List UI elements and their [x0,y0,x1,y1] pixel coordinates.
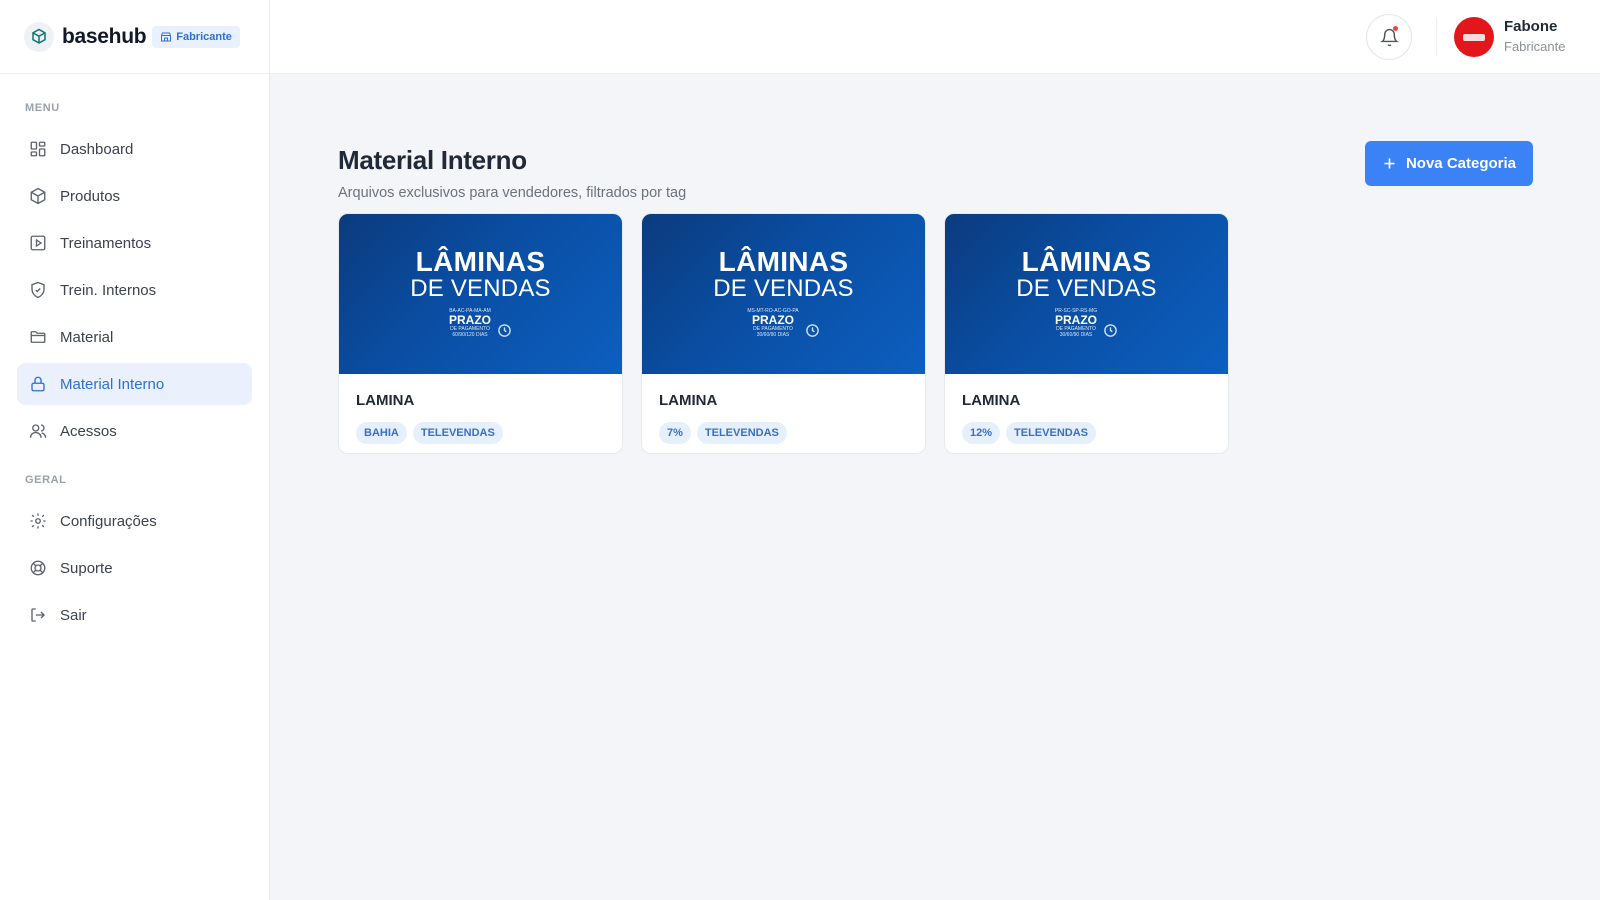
play-square-icon [29,234,47,252]
card-tags: BAHIA TELEVENDAS [356,422,605,444]
material-card[interactable]: LÂMINAS DE VENDAS MS-MT-RO-AC-GO-PA PRAZ… [641,213,926,454]
avatar-logo-icon [1463,33,1485,41]
tag-badge[interactable]: TELEVENDAS [696,422,787,444]
shield-check-icon [29,281,47,299]
clock-icon [1104,324,1117,337]
sidebar-item-label: Trein. Internos [60,281,157,299]
material-card[interactable]: LÂMINAS DE VENDAS PR-SC-SP-RS-MG PRAZO D… [944,213,1229,454]
role-badge-label: Fabricante [176,30,232,43]
sidebar-item-configuracoes[interactable]: Configurações [17,500,252,542]
sidebar-item-acessos[interactable]: Acessos [17,410,252,452]
card-thumbnail: LÂMINAS DE VENDAS MS-MT-RO-AC-GO-PA PRAZ… [642,214,925,374]
sidebar-geral-nav: Configurações Suporte Sair [0,500,269,636]
card-thumbnail: LÂMINAS DE VENDAS PR-SC-SP-RS-MG PRAZO D… [945,214,1228,374]
thumb-title: LÂMINAS [718,246,849,277]
sidebar-item-trein-internos[interactable]: Trein. Internos [17,269,252,311]
card-body: LAMINA 12% TELEVENDAS [945,374,1228,453]
sidebar-item-suporte[interactable]: Suporte [17,547,252,589]
gear-icon [29,512,47,530]
brand: basehub Fabricante [0,0,269,74]
folder-icon [29,328,47,346]
tag-badge[interactable]: 12% [962,422,1001,444]
thumb-states: BA-AC-PA-MA-AM [449,308,491,314]
thumb-prazo-days: 60/90/120 DIAS [452,332,488,338]
card-body: LAMINA 7% TELEVENDAS [642,374,925,453]
card-title: LAMINA [356,392,415,409]
notification-dot [1393,26,1398,31]
user-name[interactable]: Fabone [1504,18,1557,35]
card-title: LAMINA [962,392,1021,409]
sidebar-item-sair[interactable]: Sair [17,594,252,636]
dashboard-icon [29,140,47,158]
notifications-button[interactable] [1366,14,1412,60]
users-icon [29,422,47,440]
brand-name: basehub [62,24,147,48]
menu-section-label: MENU [25,102,60,114]
user-role: Fabricante [1504,39,1566,54]
material-card[interactable]: LÂMINAS DE VENDAS BA-AC-PA-MA-AM PRAZO D… [338,213,623,454]
new-category-label: Nova Categoria [1405,155,1517,172]
material-cards: LÂMINAS DE VENDAS BA-AC-PA-MA-AM PRAZO D… [338,213,1229,454]
clock-icon [805,324,819,337]
page-subtitle: Arquivos exclusivos para vendedores, fil… [338,185,687,201]
card-tags: 7% TELEVENDAS [659,422,908,444]
tag-badge[interactable]: TELEVENDAS [1006,422,1096,444]
geral-section-label: GERAL [25,474,67,486]
new-category-button[interactable]: Nova Categoria [1365,141,1533,186]
logout-icon [29,606,47,624]
thumb-states: MS-MT-RO-AC-GO-PA [747,308,799,314]
thumb-prazo: PRAZO [449,313,491,327]
card-thumbnail: LÂMINAS DE VENDAS BA-AC-PA-MA-AM PRAZO D… [339,214,622,374]
plus-icon [1384,158,1395,169]
card-body: LAMINA BAHIA TELEVENDAS [339,374,622,453]
thumb-title: LÂMINAS [415,246,546,277]
thumb-subtitle: DE VENDAS [410,275,551,302]
sidebar-item-label: Material [60,328,114,346]
thumb-prazo: PRAZO [751,313,794,327]
sidebar-item-treinamentos[interactable]: Treinamentos [17,222,252,264]
thumb-states: PR-SC-SP-RS-MG [1054,308,1098,314]
page-title: Material Interno [338,145,527,175]
sidebar-item-label: Produtos [60,187,121,205]
role-badge: Fabricante [152,25,240,48]
thumb-details: BA-AC-PA-MA-AM PRAZO DE PAGAMENTO 60/90/… [449,308,512,338]
thumb-details: PR-SC-SP-RS-MG PRAZO DE PAGAMENTO 30/60/… [1055,308,1118,338]
sidebar-item-material-interno[interactable]: Material Interno [17,363,252,405]
thumb-prazo: PRAZO [1054,313,1097,327]
lifebuoy-icon [29,559,47,577]
card-title: LAMINA [659,392,718,409]
tag-badge[interactable]: 7% [659,422,691,444]
sidebar-item-label: Sair [60,606,87,624]
sidebar: basehub Fabricante MENU Dashboard Produt… [0,0,270,900]
thumb-prazo-days: 30/60/90 DIAS [1059,332,1093,338]
sidebar-item-label: Configurações [60,512,157,530]
tag-badge[interactable]: TELEVENDAS [412,422,503,444]
store-icon [161,32,172,41]
sidebar-item-label: Material Interno [60,375,165,393]
thumb-subtitle: DE VENDAS [713,275,854,302]
box-icon [29,187,47,205]
thumb-prazo-days: 30/60/90 DIAS [756,332,790,338]
sidebar-item-label: Dashboard [60,140,134,158]
sidebar-nav: Dashboard Produtos Treinamentos Trein. I… [0,128,269,452]
clock-icon [498,324,511,337]
thumb-details: MS-MT-RO-AC-GO-PA PRAZO DE PAGAMENTO 30/… [747,308,819,338]
thumb-subtitle: DE VENDAS [1016,275,1157,302]
sidebar-item-label: Acessos [60,422,117,440]
sidebar-item-label: Suporte [60,559,113,577]
sidebar-item-produtos[interactable]: Produtos [17,175,252,217]
header-divider [1436,18,1437,56]
lock-icon [29,375,47,393]
sidebar-item-dashboard[interactable]: Dashboard [17,128,252,170]
top-header: Fabone Fabricante [270,0,1600,74]
thumb-title: LÂMINAS [1021,246,1152,277]
sidebar-item-label: Treinamentos [60,234,152,252]
avatar[interactable] [1454,17,1494,57]
tag-badge[interactable]: BAHIA [356,422,407,444]
card-tags: 12% TELEVENDAS [962,422,1211,444]
brand-logo-icon[interactable] [24,21,54,52]
sidebar-item-material[interactable]: Material [17,316,252,358]
